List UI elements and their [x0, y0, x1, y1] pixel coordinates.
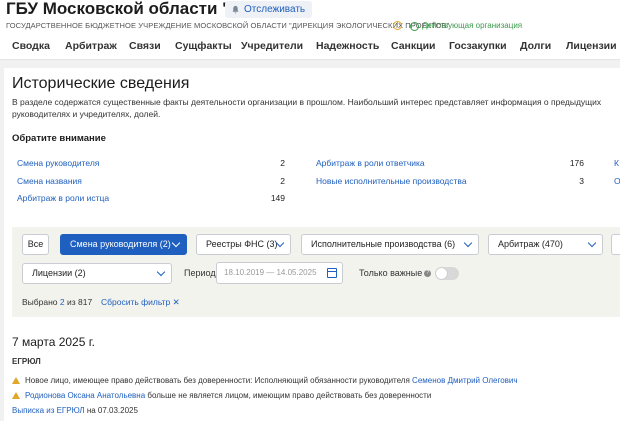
selected-number: 2 — [59, 297, 65, 307]
stat-truncated[interactable]: К — [614, 158, 620, 170]
tab-litsenzii[interactable]: Лицензии — [566, 40, 617, 52]
bell-icon — [232, 5, 239, 14]
filter-label: Реестры ФНС (3) — [206, 239, 278, 249]
filter-director-change[interactable]: Смена руководителя (2) — [60, 234, 187, 255]
left-gutter — [0, 60, 4, 421]
stat-count: 2 — [280, 176, 285, 186]
extract-date: на 07.03.2025 — [86, 406, 138, 415]
stat-director-change[interactable]: Смена руководителя 2 — [17, 158, 285, 170]
main-nav: Сводка Арбитраж Связи Сущфакты Учредител… — [0, 34, 620, 60]
check-icon: ✓ — [410, 21, 419, 31]
section-divider — [0, 60, 620, 68]
tab-svodka[interactable]: Сводка — [12, 40, 50, 52]
stat-count: 2 — [280, 158, 285, 168]
stat-label[interactable]: Новые исполнительные производства — [316, 176, 467, 186]
person-link[interactable]: Родионова Оксана Анатольевна — [25, 391, 145, 400]
stat-label[interactable]: О — [614, 176, 620, 186]
stat-name-change[interactable]: Смена названия 2 — [17, 176, 285, 188]
event-item: Родионова Оксана Анатольевна больше не я… — [12, 391, 431, 400]
filter-label: Лицензии (2) — [32, 268, 86, 278]
status-badge: ✓ Действующая организация — [410, 21, 522, 31]
stat-label[interactable]: Смена руководителя — [17, 158, 99, 168]
filter-licenses[interactable]: Лицензии (2) — [22, 263, 172, 284]
section-description: В разделе содержатся существенные факты … — [12, 97, 602, 119]
status-text: Действующая организация — [422, 21, 523, 30]
company-header: ГБУ Московской области "ДЭП" Отслеживать… — [0, 0, 620, 38]
event-item: Новое лицо, имеющее право действовать бе… — [12, 376, 518, 385]
chevron-down-icon — [463, 238, 473, 248]
filter-fns-registries[interactable]: Реестры ФНС (3) — [196, 234, 291, 255]
toggle-knob — [436, 268, 447, 279]
help-icon[interactable]: ? — [424, 270, 432, 278]
stat-label[interactable]: Арбитраж в роли истца — [17, 193, 109, 203]
warning-icon — [12, 392, 20, 399]
selected-prefix: Выбрано — [22, 297, 58, 307]
selected-count: Выбрано 2 из 817 — [22, 297, 92, 307]
tab-nadezhnost[interactable]: Надежность — [316, 40, 379, 52]
stat-label[interactable]: К — [614, 158, 619, 168]
filter-all-button[interactable]: Все — [22, 234, 49, 255]
chevron-down-icon — [171, 238, 181, 248]
filter-enforcement[interactable]: Исполнительные производства (6) — [301, 234, 479, 255]
filter-label: Смена руководителя (2) — [70, 239, 171, 249]
important-only-toggle[interactable] — [435, 267, 459, 280]
filter-label: Арбитраж (470) — [498, 239, 563, 249]
reset-filter-link[interactable]: Сбросить фильтр ✕ — [101, 297, 180, 308]
attention-title: Обратите внимание — [12, 133, 106, 144]
stat-arbitrage-plaintiff[interactable]: Арбитраж в роли истца 149 — [17, 193, 285, 205]
period-label: Период — [184, 268, 216, 278]
filter-overflow[interactable] — [611, 234, 620, 255]
stat-arbitrage-defendant[interactable]: Арбитраж в роли ответчика 176 — [316, 158, 584, 170]
period-value: 18.10.2019 — 14.05.2025 — [224, 268, 317, 277]
chevron-down-icon — [587, 238, 597, 248]
event-source: ЕГРЮЛ — [12, 357, 41, 366]
tab-sanktsii[interactable]: Санкции — [391, 40, 436, 52]
stat-truncated[interactable]: О — [614, 176, 620, 188]
calendar-icon[interactable] — [327, 268, 337, 278]
stat-enforcement[interactable]: Новые исполнительные производства 3 — [316, 176, 584, 188]
chevron-down-icon — [156, 267, 166, 277]
person-link[interactable]: Семенов Дмитрий Олегович — [412, 376, 518, 385]
egrul-extract-link[interactable]: Выписка из ЕГРЮЛ — [12, 406, 85, 415]
period-input[interactable]: 18.10.2019 — 14.05.2025 — [216, 262, 343, 284]
important-only-text: Только важные — [359, 268, 423, 278]
tab-goszakupki[interactable]: Госзакупки — [449, 40, 507, 52]
selected-suffix: из 817 — [67, 297, 93, 307]
extract-line: Выписка из ЕГРЮЛ на 07.03.2025 — [12, 406, 138, 415]
stat-count: 176 — [569, 158, 584, 168]
tab-dolgi[interactable]: Долги — [520, 40, 551, 52]
stat-label[interactable]: Смена названия — [17, 176, 82, 186]
event-text: Новое лицо, имеющее право действовать бе… — [25, 376, 410, 385]
tab-sushfakty[interactable]: Сущфакты — [175, 40, 232, 52]
filter-label: Исполнительные производства (6) — [311, 239, 456, 249]
stat-count: 149 — [270, 193, 285, 203]
filter-arbitrage[interactable]: Арбитраж (470) — [488, 234, 603, 255]
stat-count: 3 — [579, 176, 584, 186]
event-text: больше не является лицом, имеющим право … — [147, 391, 432, 400]
important-only-label: Только важные? — [359, 268, 432, 278]
warning-icon — [12, 377, 20, 384]
track-button[interactable]: Отслеживать — [225, 1, 313, 18]
company-full-name: ГОСУДАРСТВЕННОЕ БЮДЖЕТНОЕ УЧРЕЖДЕНИЕ МОС… — [6, 21, 450, 30]
tab-svyazi[interactable]: Связи — [129, 40, 161, 52]
tab-arbitrazh[interactable]: Арбитраж — [65, 40, 117, 52]
tab-uchrediteli[interactable]: Учредители — [241, 40, 303, 52]
info-icon[interactable]: ! — [393, 21, 402, 30]
stat-label[interactable]: Арбитраж в роли ответчика — [316, 158, 425, 168]
event-date: 7 марта 2025 г. — [12, 335, 95, 349]
page-title: Исторические сведения — [12, 75, 190, 92]
track-button-label: Отслеживать — [244, 4, 306, 15]
